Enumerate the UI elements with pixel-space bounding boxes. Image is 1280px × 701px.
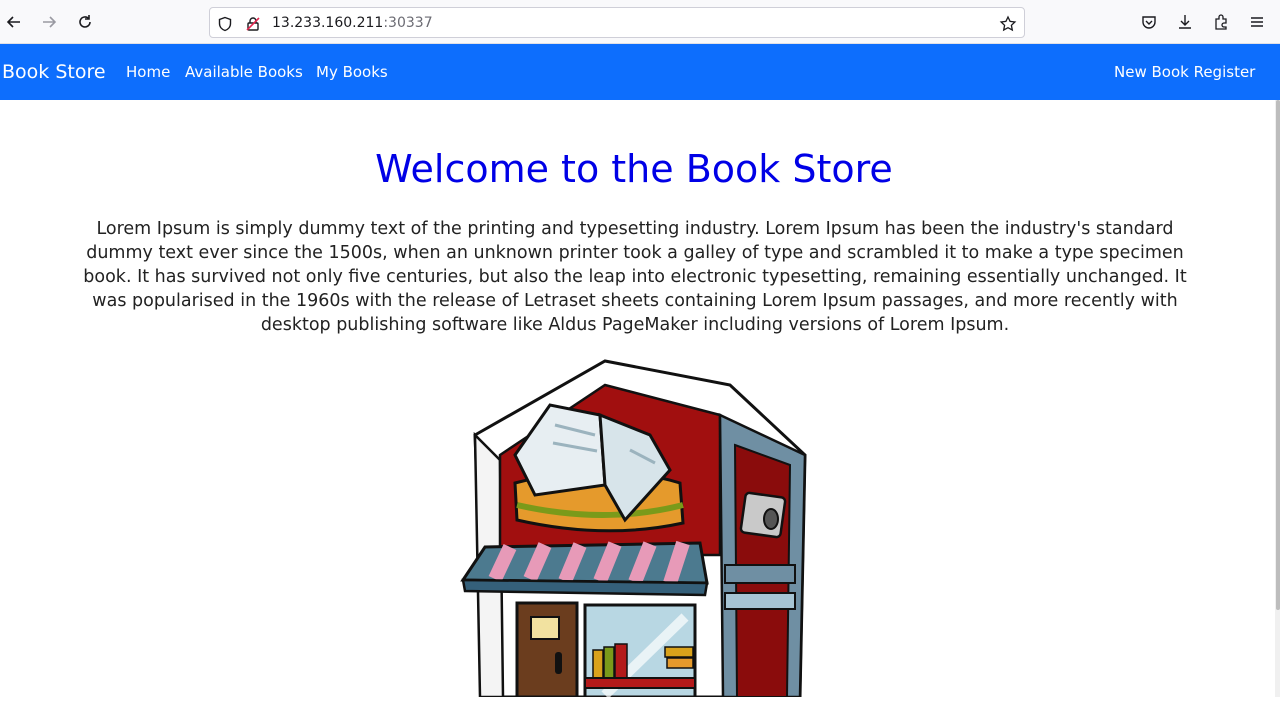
scrollbar-thumb[interactable] bbox=[1276, 100, 1280, 610]
brand-link[interactable]: Book Store bbox=[2, 61, 106, 83]
insecure-lock-icon[interactable] bbox=[244, 15, 262, 33]
extensions-icon[interactable] bbox=[1211, 12, 1231, 32]
menu-icon[interactable] bbox=[1247, 12, 1267, 32]
forward-icon[interactable] bbox=[37, 10, 61, 34]
pocket-icon[interactable] bbox=[1139, 12, 1159, 32]
intro-paragraph: Lorem Ipsum is simply dummy text of the … bbox=[83, 219, 1187, 335]
nav-link-my-books[interactable]: My Books bbox=[316, 63, 388, 81]
page-title: Welcome to the Book Store bbox=[375, 147, 893, 191]
browser-toolbar: 13.233.160.211:30337 bbox=[0, 0, 1280, 44]
download-icon[interactable] bbox=[1175, 12, 1195, 32]
site-navbar: Book Store Home Available Books My Books… bbox=[0, 44, 1280, 100]
url-host: 13.233.160.211 bbox=[272, 15, 384, 31]
back-icon[interactable] bbox=[2, 10, 26, 34]
url-bar[interactable]: 13.233.160.211:30337 bbox=[209, 7, 1025, 38]
reload-icon[interactable] bbox=[73, 10, 97, 34]
nav-link-available-books[interactable]: Available Books bbox=[185, 63, 303, 81]
url-text[interactable]: 13.233.160.211:30337 bbox=[272, 15, 433, 31]
nav-link-home[interactable]: Home bbox=[126, 63, 170, 81]
nav-link-new-book-register[interactable]: New Book Register bbox=[1114, 63, 1255, 81]
shield-icon[interactable] bbox=[216, 15, 234, 33]
bookstore-illustration bbox=[455, 355, 815, 699]
bookmark-star-icon[interactable] bbox=[999, 15, 1017, 33]
url-port: :30337 bbox=[383, 15, 433, 31]
